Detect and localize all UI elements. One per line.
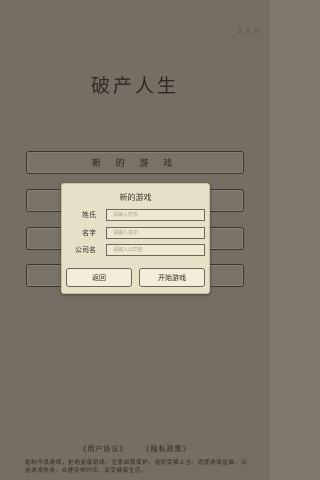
company-name-label: 公司名 — [75, 246, 96, 254]
dialog-title: 新的游戏 — [119, 193, 152, 202]
surname-row: 姓氏 — [62, 209, 209, 221]
given-name-label: 名字 — [82, 229, 96, 237]
footer-links: 《用户协议》 《隐私政策》 — [0, 444, 270, 454]
user-agreement-link[interactable]: 《用户协议》 — [79, 445, 127, 453]
surname-input[interactable] — [106, 209, 205, 221]
privacy-policy-link[interactable]: 《隐私政策》 — [143, 445, 191, 453]
health-notice: 抵制不良游戏，拒绝盗版游戏。注意自我保护，谨防受骗上当。适度游戏益脑，沉迷游戏伤… — [25, 460, 247, 474]
new-game-dialog: 新的游戏 姓氏 名字 公司名 返回 开始游戏 — [61, 183, 210, 294]
start-game-button[interactable]: 开始游戏 — [139, 268, 205, 287]
given-name-row: 名字 — [62, 227, 209, 239]
given-name-input[interactable] — [106, 227, 205, 239]
back-button[interactable]: 返回 — [66, 268, 132, 287]
company-name-row: 公司名 — [62, 244, 209, 256]
surname-label: 姓氏 — [82, 211, 96, 219]
company-name-input[interactable] — [106, 244, 205, 256]
